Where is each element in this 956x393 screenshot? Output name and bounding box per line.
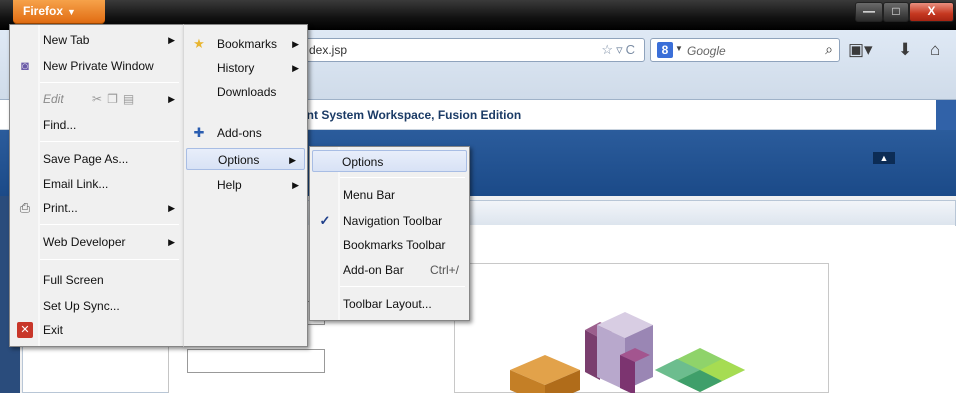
- paste-icon: ▤: [122, 92, 140, 106]
- url-bar-icons: ☆▿C: [601, 42, 638, 58]
- star-bookmark-icon[interactable]: ☆: [601, 42, 616, 57]
- menu-item-add-ons[interactable]: ✚ Add-ons: [184, 122, 307, 144]
- bookmarks-menu-icon[interactable]: ▣▾: [848, 40, 873, 60]
- menu-item-bookmarks[interactable]: ★ Bookmarks ▶: [184, 33, 307, 55]
- menu-item-new-private-window[interactable]: ◙ New Private Window: [10, 55, 183, 77]
- reload-icon[interactable]: C: [626, 42, 638, 57]
- collapse-arrow-icon[interactable]: ▲: [873, 152, 895, 164]
- submenu-arrow-icon: ▶: [168, 94, 175, 104]
- bookmarks-bar-accent: [936, 100, 956, 130]
- password-input[interactable]: [187, 349, 325, 373]
- cut-icon: ✂: [92, 92, 108, 106]
- options-submenu: Options Menu Bar ✓ Navigation Toolbar Bo…: [309, 146, 470, 321]
- firefox-main-menu: New Tab ▶ ◙ New Private Window Edit ✂❐▤ ▶…: [9, 24, 184, 347]
- checkmark-icon: ✓: [319, 213, 331, 228]
- menu-item-print[interactable]: ⎙ Print... ▶: [10, 197, 183, 219]
- edit-tools-icons: ✂❐▤: [92, 88, 139, 110]
- menu-separator: [340, 177, 465, 178]
- menu-item-history[interactable]: History ▶: [184, 57, 307, 79]
- star-icon: ★: [193, 36, 205, 51]
- menu-item-set-up-sync[interactable]: Set Up Sync...: [10, 295, 183, 317]
- submenu-arrow-icon: ▶: [168, 35, 175, 45]
- menu-item-options[interactable]: Options ▶: [186, 148, 305, 170]
- maximize-button[interactable]: □: [883, 2, 909, 22]
- menu-item-downloads[interactable]: Downloads: [184, 81, 307, 103]
- menu-item-help[interactable]: Help ▶: [184, 174, 307, 196]
- shortcut-label: Ctrl+/: [429, 263, 459, 277]
- menu-item-edit[interactable]: Edit ✂❐▤ ▶: [10, 88, 183, 110]
- submenu-item-options[interactable]: Options: [312, 150, 467, 172]
- submenu-arrow-icon: ▶: [289, 155, 296, 165]
- printer-icon: ⎙: [19, 200, 31, 215]
- close-window-button[interactable]: X: [909, 2, 954, 22]
- chevron-down-icon: ▼: [67, 7, 76, 17]
- menu-separator: [40, 224, 179, 225]
- google-icon[interactable]: 8: [657, 42, 673, 58]
- submenu-arrow-icon: ▶: [168, 237, 175, 247]
- product-logo-image: [510, 312, 745, 393]
- submenu-item-add-on-bar[interactable]: Add-on Bar Ctrl+/: [310, 259, 469, 281]
- url-text: dex.jsp: [309, 43, 348, 57]
- submenu-item-bookmarks-toolbar[interactable]: Bookmarks Toolbar: [310, 234, 469, 256]
- submenu-item-menu-bar[interactable]: Menu Bar: [310, 184, 469, 206]
- chevron-down-icon[interactable]: ▼: [675, 44, 683, 53]
- search-engine-placeholder: Google: [687, 44, 726, 58]
- menu-item-email-link[interactable]: Email Link...: [10, 173, 183, 195]
- exit-icon: ✕: [17, 322, 33, 338]
- menu-separator: [340, 286, 465, 287]
- minimize-button[interactable]: —: [855, 2, 883, 22]
- submenu-arrow-icon: ▶: [292, 63, 299, 73]
- submenu-arrow-icon: ▶: [292, 39, 299, 49]
- menu-item-save-page-as[interactable]: Save Page As...: [10, 148, 183, 170]
- submenu-item-navigation-toolbar[interactable]: ✓ Navigation Toolbar: [310, 210, 469, 232]
- menu-separator: [40, 259, 179, 260]
- menu-item-full-screen[interactable]: Full Screen: [10, 269, 183, 291]
- menu-separator: [40, 141, 179, 142]
- menu-separator: [40, 82, 179, 83]
- firefox-menu-button[interactable]: Firefox ▼: [13, 0, 105, 24]
- search-bar[interactable]: 8 ▼ Google ⌕: [650, 38, 840, 62]
- puzzle-piece-icon: ✚: [193, 125, 205, 140]
- page-title: ent System Workspace, Fusion Edition: [300, 108, 522, 122]
- search-icon[interactable]: ⌕: [825, 41, 833, 58]
- download-icon[interactable]: ⬇: [898, 40, 912, 60]
- firefox-button-label: Firefox: [23, 4, 64, 18]
- menu-item-exit[interactable]: ✕ Exit: [10, 319, 183, 341]
- url-bar[interactable]: dex.jsp ☆▿C: [300, 38, 645, 62]
- menu-item-web-developer[interactable]: Web Developer ▶: [10, 231, 183, 253]
- menu-item-find[interactable]: Find...: [10, 114, 183, 136]
- submenu-arrow-icon: ▶: [292, 180, 299, 190]
- history-dropdown-icon[interactable]: ▿: [616, 42, 626, 57]
- copy-icon: ❐: [107, 92, 123, 106]
- menu-item-new-tab[interactable]: New Tab ▶: [10, 29, 183, 51]
- home-icon[interactable]: ⌂: [930, 40, 940, 60]
- private-mask-icon: ◙: [21, 58, 29, 73]
- submenu-arrow-icon: ▶: [168, 203, 175, 213]
- firefox-secondary-menu: ★ Bookmarks ▶ History ▶ Downloads ✚ Add-on…: [183, 24, 308, 347]
- submenu-item-toolbar-layout[interactable]: Toolbar Layout...: [310, 293, 469, 315]
